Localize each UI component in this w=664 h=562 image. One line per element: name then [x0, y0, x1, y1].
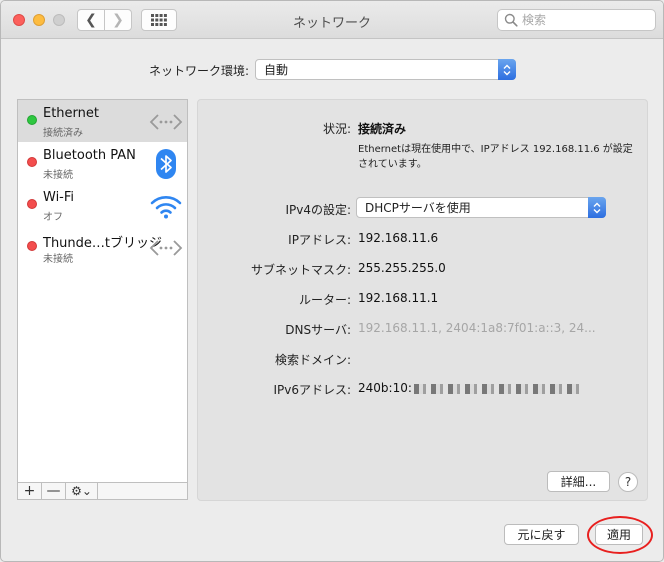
- dns-server-value: 192.168.11.1, 2404:1a8:7f01:a::3, 24...: [358, 321, 596, 335]
- service-name: Wi-Fi: [43, 190, 75, 205]
- search-domain-label: 検索ドメイン:: [274, 353, 351, 367]
- subnet-mask-value: 255.255.255.0: [358, 261, 446, 275]
- service-actions-button[interactable]: ⚙︎⌄: [66, 483, 98, 499]
- title-bar: ❮ ❯ ネットワーク: [1, 1, 663, 39]
- service-item-thunderbolt-bridge[interactable]: Thunde…tブリッジ 未接続: [18, 226, 187, 268]
- minus-icon: —: [46, 483, 61, 499]
- network-preferences-window: ❮ ❯ ネットワーク ネットワーク環境: 自動: [0, 0, 664, 562]
- detail-panel: 状況: 接続済み Ethernetは現在使用中で、IPアドレス 192.168.…: [197, 99, 648, 501]
- service-status: 未接続: [43, 170, 73, 181]
- router-value: 192.168.11.1: [358, 291, 439, 305]
- service-item-wifi[interactable]: Wi-Fi オフ: [18, 184, 187, 226]
- status-label: 状況:: [322, 122, 351, 136]
- status-dot-connected: [27, 115, 37, 125]
- status-dot-disconnected: [27, 199, 37, 209]
- ipv6-address-row: 240b:10:: [358, 381, 584, 395]
- bluetooth-icon: [156, 149, 176, 179]
- redacted-address: [413, 383, 584, 394]
- service-item-bluetooth-pan[interactable]: Bluetooth PAN 未接続: [18, 142, 187, 184]
- service-status: 未接続: [43, 254, 73, 265]
- ipv4-config-popup[interactable]: DHCPサーバを使用: [356, 197, 606, 218]
- status-dot-disconnected: [27, 157, 37, 167]
- ipv6-address-value: 240b:10:: [358, 381, 412, 395]
- remove-service-button[interactable]: —: [42, 483, 66, 499]
- status-dot-disconnected: [27, 241, 37, 251]
- search-input[interactable]: [522, 13, 642, 27]
- location-popup[interactable]: 自動: [255, 59, 516, 80]
- apply-highlight-circle: [587, 516, 653, 554]
- service-name: Ethernet: [43, 106, 99, 121]
- help-icon: ?: [624, 475, 632, 489]
- ipv4-config-value: DHCPサーバを使用: [365, 201, 471, 215]
- help-button[interactable]: ?: [618, 472, 638, 492]
- gear-icon: ⚙︎⌄: [71, 484, 92, 498]
- plus-icon: +: [23, 483, 36, 499]
- ethernet-icon: [149, 114, 183, 130]
- service-status: 接続済み: [43, 128, 83, 139]
- location-label: ネットワーク環境:: [149, 64, 250, 78]
- service-list: Ethernet 接続済み Bluetooth PAN 未接続 Wi-Fi オフ: [17, 99, 188, 499]
- service-list-toolbar: + — ⚙︎⌄: [17, 482, 188, 500]
- router-label: ルーター:: [298, 293, 351, 307]
- advanced-button-label: 詳細...: [560, 475, 597, 489]
- wifi-icon: [150, 196, 182, 219]
- popup-arrows-icon: [588, 197, 606, 218]
- search-icon: [504, 13, 518, 27]
- status-value: 接続済み: [358, 122, 407, 136]
- status-description: Ethernetは現在使用中で、IPアドレス 192.168.11.6 が設定さ…: [358, 144, 633, 170]
- ipv4-config-label: IPv4の設定:: [285, 203, 351, 217]
- service-name: Thunde…tブリッジ: [43, 236, 163, 251]
- service-status: オフ: [43, 212, 63, 223]
- ipv6-address-label: IPv6アドレス:: [273, 383, 351, 397]
- advanced-button[interactable]: 詳細...: [547, 471, 610, 492]
- revert-button[interactable]: 元に戻す: [504, 524, 579, 545]
- thunderbolt-bridge-icon: [149, 240, 183, 256]
- popup-arrows-icon: [498, 59, 516, 80]
- service-item-ethernet[interactable]: Ethernet 接続済み: [18, 100, 187, 142]
- dns-server-label: DNSサーバ:: [285, 323, 351, 337]
- add-service-button[interactable]: +: [18, 483, 42, 499]
- location-value: 自動: [264, 63, 289, 77]
- search-field[interactable]: [497, 9, 656, 31]
- service-name: Bluetooth PAN: [43, 148, 136, 163]
- subnet-mask-label: サブネットマスク:: [250, 263, 351, 277]
- revert-button-label: 元に戻す: [517, 528, 566, 542]
- ip-address-label: IPアドレス:: [288, 233, 351, 247]
- ip-address-value: 192.168.11.6: [358, 231, 439, 245]
